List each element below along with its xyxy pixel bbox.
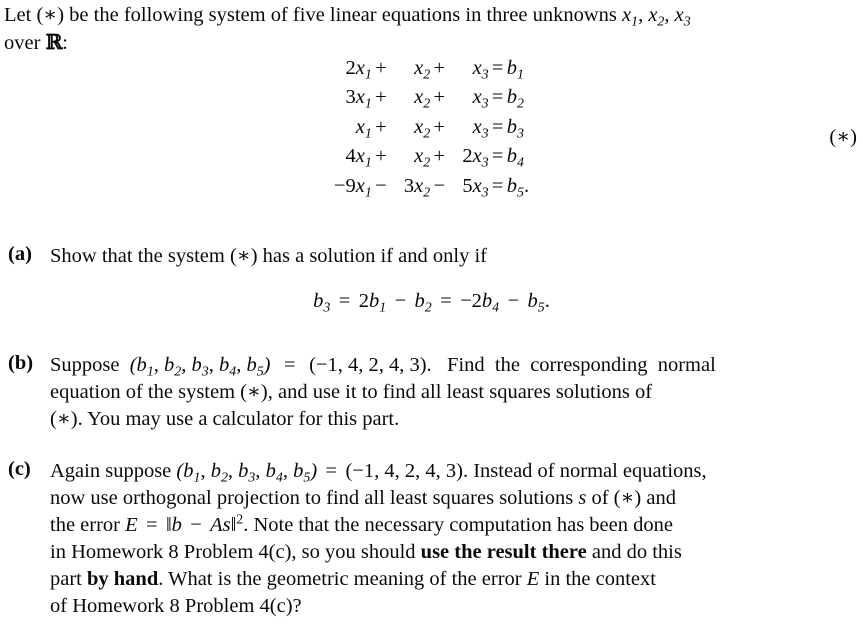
linear-system-display: 2x1 + x2 + x3 = b1 3x1 + x2 + x3 = b2 x1…: [0, 53, 863, 201]
emphasis-use-the-result-there: use the result there: [420, 541, 587, 563]
document-page: Let (∗) be the following system of five …: [0, 0, 863, 641]
intro-paragraph: Let (∗) be the following system of five …: [4, 2, 860, 57]
system-rows: 2x1 + x2 + x3 = b1 3x1 + x2 + x3 = b2 x1…: [334, 53, 529, 201]
part-b-line-2: equation of the system (∗), and use it t…: [50, 381, 653, 403]
part-c-line-5: part by hand. What is the geometric mean…: [50, 568, 656, 590]
part-c-line-3: the error E = ‖b − As‖ 2. Note that the n…: [50, 512, 673, 536]
part-c-line-4: in Homework 8 Problem 4(c), so you shoul…: [50, 541, 682, 563]
equation-tag-star: (∗): [829, 126, 857, 148]
part-b-body: Suppose (b1, b2, b3, b4, b5) = (−1, 4, 2…: [50, 352, 861, 433]
star-tag-inline: (∗): [36, 4, 65, 26]
part-b-line-3: (∗). You may use a calculator for this p…: [50, 408, 400, 430]
part-a-marker: (a): [8, 243, 32, 265]
intro-line-1: Let (∗) be the following system of five …: [4, 4, 691, 30]
part-c-marker: (c): [8, 458, 31, 480]
unknowns-list: x1, x2, x3: [621, 4, 691, 30]
blackboard-r-symbol: ℝ: [45, 30, 63, 54]
equation-row-4: 4x1 + x2 + 2x3 = b4: [345, 145, 524, 171]
part-a-body: Show that the system (∗) has a solution …: [50, 243, 861, 270]
system-equations-table: 2x1 + x2 + x3 = b1 3x1 + x2 + x3 = b2 x1…: [334, 53, 529, 201]
equation-row-2: 3x1 + x2 + x3 = b2: [345, 86, 524, 112]
part-c-line-1: Again suppose (b1, b2, b3, b4, b5) = (−1…: [50, 460, 707, 486]
part-a-display-equation: b3 = 2b1 − b2 = −2b4 − b5.: [313, 290, 550, 316]
part-c: (c) Again suppose (b1, b2, b3, b4, b5) =…: [0, 458, 863, 620]
part-a: (a) Show that the system (∗) has a solut…: [0, 243, 863, 270]
part-c-body: Again suppose (b1, b2, b3, b4, b5) = (−1…: [50, 458, 861, 620]
part-c-line-2: now use orthogonal projection to find al…: [50, 487, 676, 509]
equation-row-5: −9x1 − 3x2 − 5x3 = b5.: [333, 174, 530, 200]
part-b-line-1: Suppose (b1, b2, b3, b4, b5) = (−1, 4, 2…: [50, 354, 716, 380]
part-b: (b) Suppose (b1, b2, b3, b4, b5) = (−1, …: [0, 352, 863, 433]
part-a-text: Show that the system (∗) has a solution …: [50, 245, 487, 267]
part-c-line-6: of Homework 8 Problem 4(c)?: [50, 595, 302, 617]
equation-row-1: 2x1 + x2 + x3 = b1: [345, 56, 524, 82]
equation-row-3: x1 + x2 + x3 = b3: [355, 115, 524, 141]
emphasis-by-hand: by hand: [87, 568, 159, 590]
part-b-marker: (b): [8, 352, 34, 374]
